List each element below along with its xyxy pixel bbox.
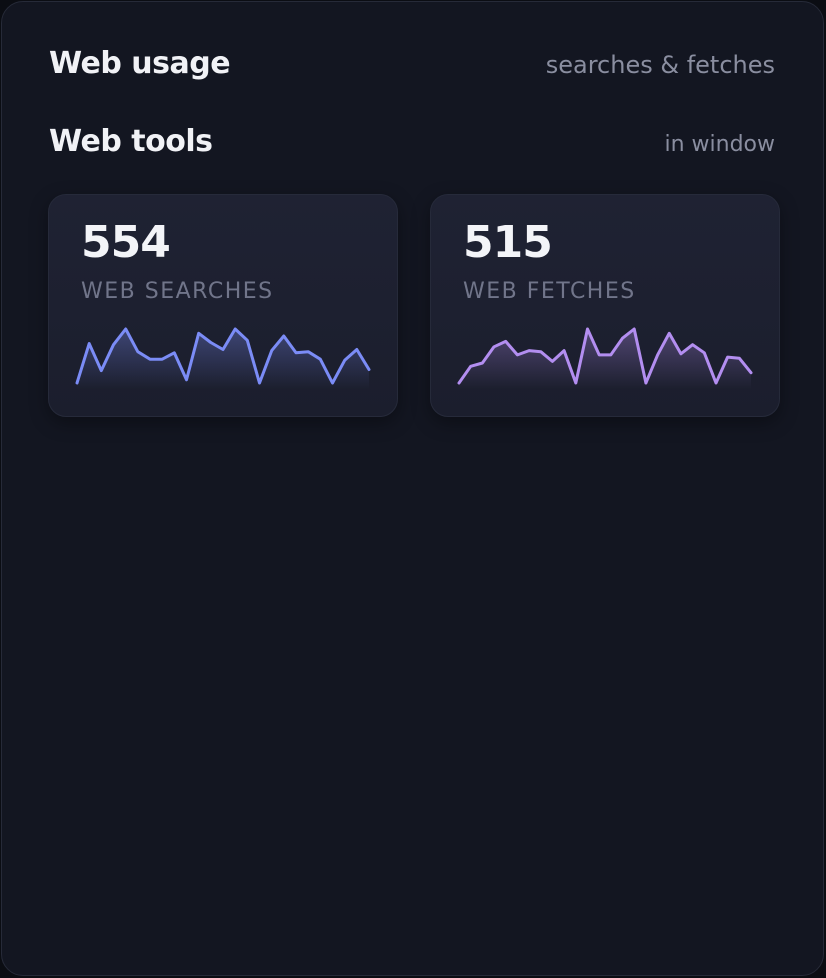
- web-searches-count: 554: [81, 217, 171, 268]
- web-usage-panel: Web usage searches & fetches Web tools i…: [1, 1, 824, 976]
- panel-title: Web usage: [49, 46, 231, 81]
- web-searches-card[interactable]: 554 WEB SEARCHES: [48, 194, 398, 417]
- panel-header: Web usage searches & fetches: [49, 46, 775, 81]
- web-fetches-card[interactable]: 515 WEB FETCHES: [430, 194, 780, 417]
- section-header: Web tools in window: [49, 124, 775, 159]
- web-fetches-sparkline: [457, 327, 753, 389]
- panel-subtitle: searches & fetches: [545, 51, 775, 79]
- web-fetches-count: 515: [463, 217, 553, 268]
- sparkline-area: [77, 329, 369, 389]
- web-searches-sparkline: [75, 327, 371, 389]
- web-fetches-label: WEB FETCHES: [463, 279, 636, 304]
- web-searches-label: WEB SEARCHES: [81, 279, 274, 304]
- section-scope: in window: [664, 132, 775, 157]
- section-title: Web tools: [49, 124, 213, 159]
